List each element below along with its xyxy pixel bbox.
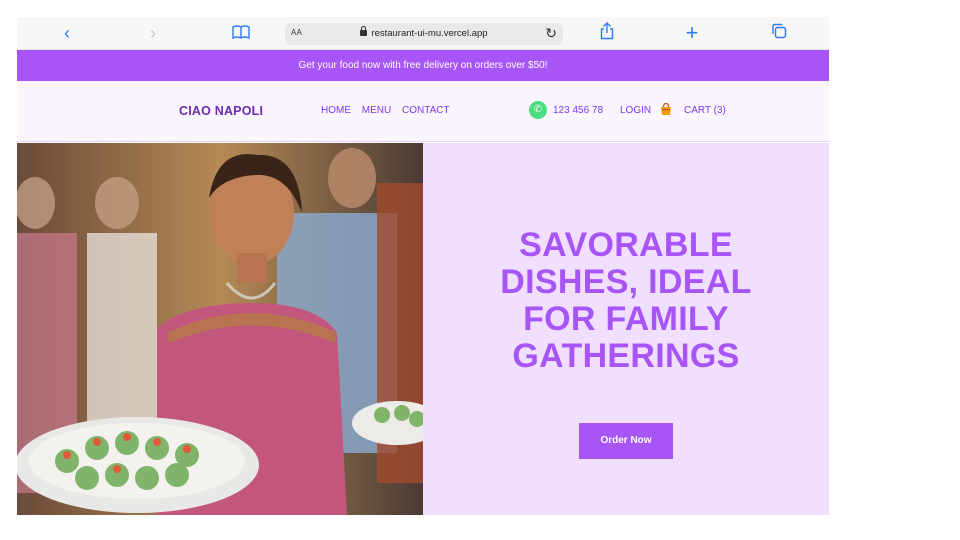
bookmarks-icon[interactable] [227,22,255,44]
browser-window: ‹ › AA restaurant-ui-mu.vercel.app ↻ + G… [17,17,829,515]
phone-contact[interactable]: ✆ 123 456 78 [529,101,603,119]
order-now-button[interactable]: Order Now [579,423,673,459]
tabs-icon[interactable] [765,22,793,44]
brand-logo[interactable]: CIAO NAPOLI [179,104,263,118]
site-navbar: CIAO NAPOLI HOME MENU CONTACT ✆ 123 456 … [17,81,829,142]
nav-link-home[interactable]: HOME [321,105,351,116]
phone-number: 123 456 78 [553,104,604,116]
headline-line: FOR FAMILY [523,300,729,338]
share-icon[interactable] [593,22,621,44]
login-link[interactable]: LOGIN [620,105,651,116]
nav-links: HOME MENU CONTACT [321,105,458,116]
hero-image [17,143,423,515]
lock-icon [360,26,368,36]
headline-line: DISHES, IDEAL [500,263,752,301]
nav-link-contact[interactable]: CONTACT [402,105,450,116]
nav-link-menu[interactable]: MENU [362,105,391,116]
phone-icon: ✆ [529,101,547,119]
reload-icon[interactable]: ↻ [545,25,557,42]
cart-icon[interactable] [659,102,673,116]
hero-panel: SAVORABLE DISHES, IDEAL FOR FAMILY GATHE… [423,143,829,515]
promo-banner: Get your food now with free delivery on … [17,50,829,81]
headline-line: SAVORABLE [519,226,733,264]
forward-icon[interactable]: › [139,22,167,44]
headline-line: GATHERINGS [512,337,740,375]
new-tab-icon[interactable]: + [678,22,706,44]
url-text: restaurant-ui-mu.vercel.app [371,28,488,39]
browser-toolbar: ‹ › AA restaurant-ui-mu.vercel.app ↻ + [17,17,829,50]
hero-headline: SAVORABLE DISHES, IDEAL FOR FAMILY GATHE… [423,227,829,375]
address-bar[interactable]: AA restaurant-ui-mu.vercel.app ↻ [285,23,563,45]
back-icon[interactable]: ‹ [53,22,81,44]
cart-link[interactable]: CART (3) [684,105,726,116]
